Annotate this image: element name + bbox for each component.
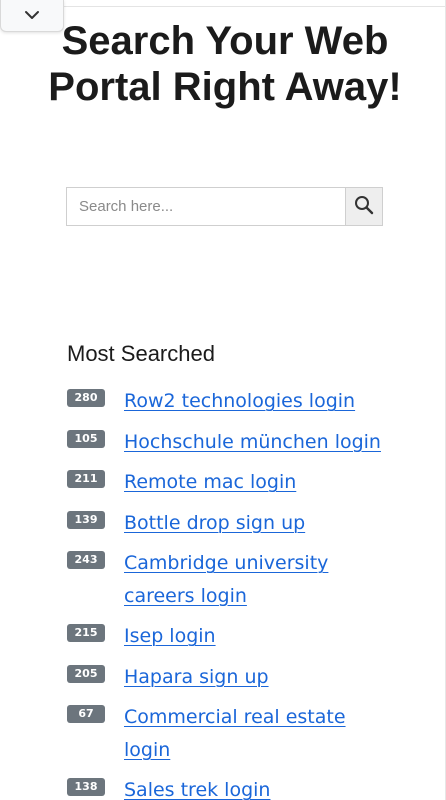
search-result-link[interactable]: Hapara sign up bbox=[124, 661, 269, 694]
list-item: 211 Remote mac login bbox=[67, 466, 397, 499]
search-result-link[interactable]: Remote mac login bbox=[124, 466, 296, 499]
search-icon bbox=[354, 195, 374, 218]
count-badge: 215 bbox=[67, 624, 105, 642]
count-badge: 105 bbox=[67, 429, 105, 448]
search-input[interactable] bbox=[66, 187, 345, 226]
search-result-link[interactable]: Row2 technologies login bbox=[124, 385, 355, 418]
search-result-link[interactable]: Hochschule münchen login bbox=[124, 426, 381, 459]
search-form bbox=[66, 187, 383, 226]
top-bar bbox=[0, 0, 446, 7]
most-searched-list: 280 Row2 technologies login 105 Hochschule … bbox=[67, 385, 397, 800]
count-badge: 211 bbox=[67, 470, 105, 488]
count-badge: 280 bbox=[67, 389, 105, 407]
list-item: 139 Bottle drop sign up bbox=[67, 507, 397, 540]
list-item: 138 Sales trek login bbox=[67, 774, 397, 800]
search-result-link[interactable]: Sales trek login bbox=[124, 774, 270, 800]
list-item: 67 Commercial real estate login bbox=[67, 701, 397, 766]
list-item: 243 Cambridge university careers login bbox=[67, 547, 397, 612]
count-badge: 205 bbox=[67, 664, 105, 683]
search-button[interactable] bbox=[345, 187, 383, 226]
count-badge: 243 bbox=[67, 551, 105, 569]
list-item: 105 Hochschule münchen login bbox=[67, 426, 397, 459]
page-title: Search Your Web Portal Right Away! bbox=[48, 19, 402, 109]
count-badge: 67 bbox=[67, 705, 105, 723]
page: Search Your Web Portal Right Away! Most … bbox=[0, 0, 446, 800]
count-badge: 139 bbox=[67, 510, 105, 529]
search-result-link[interactable]: Cambridge university careers login bbox=[124, 547, 397, 612]
most-searched-heading: Most Searched bbox=[67, 341, 215, 366]
search-result-link[interactable]: Bottle drop sign up bbox=[124, 507, 305, 540]
list-item: 280 Row2 technologies login bbox=[67, 385, 397, 418]
count-badge: 138 bbox=[67, 778, 105, 796]
search-result-link[interactable]: Commercial real estate login bbox=[124, 701, 397, 766]
list-item: 215 Isep login bbox=[67, 620, 397, 653]
search-result-link[interactable]: Isep login bbox=[124, 620, 216, 653]
list-item: 205 Hapara sign up bbox=[67, 661, 397, 694]
chevron-down-icon bbox=[24, 7, 40, 25]
